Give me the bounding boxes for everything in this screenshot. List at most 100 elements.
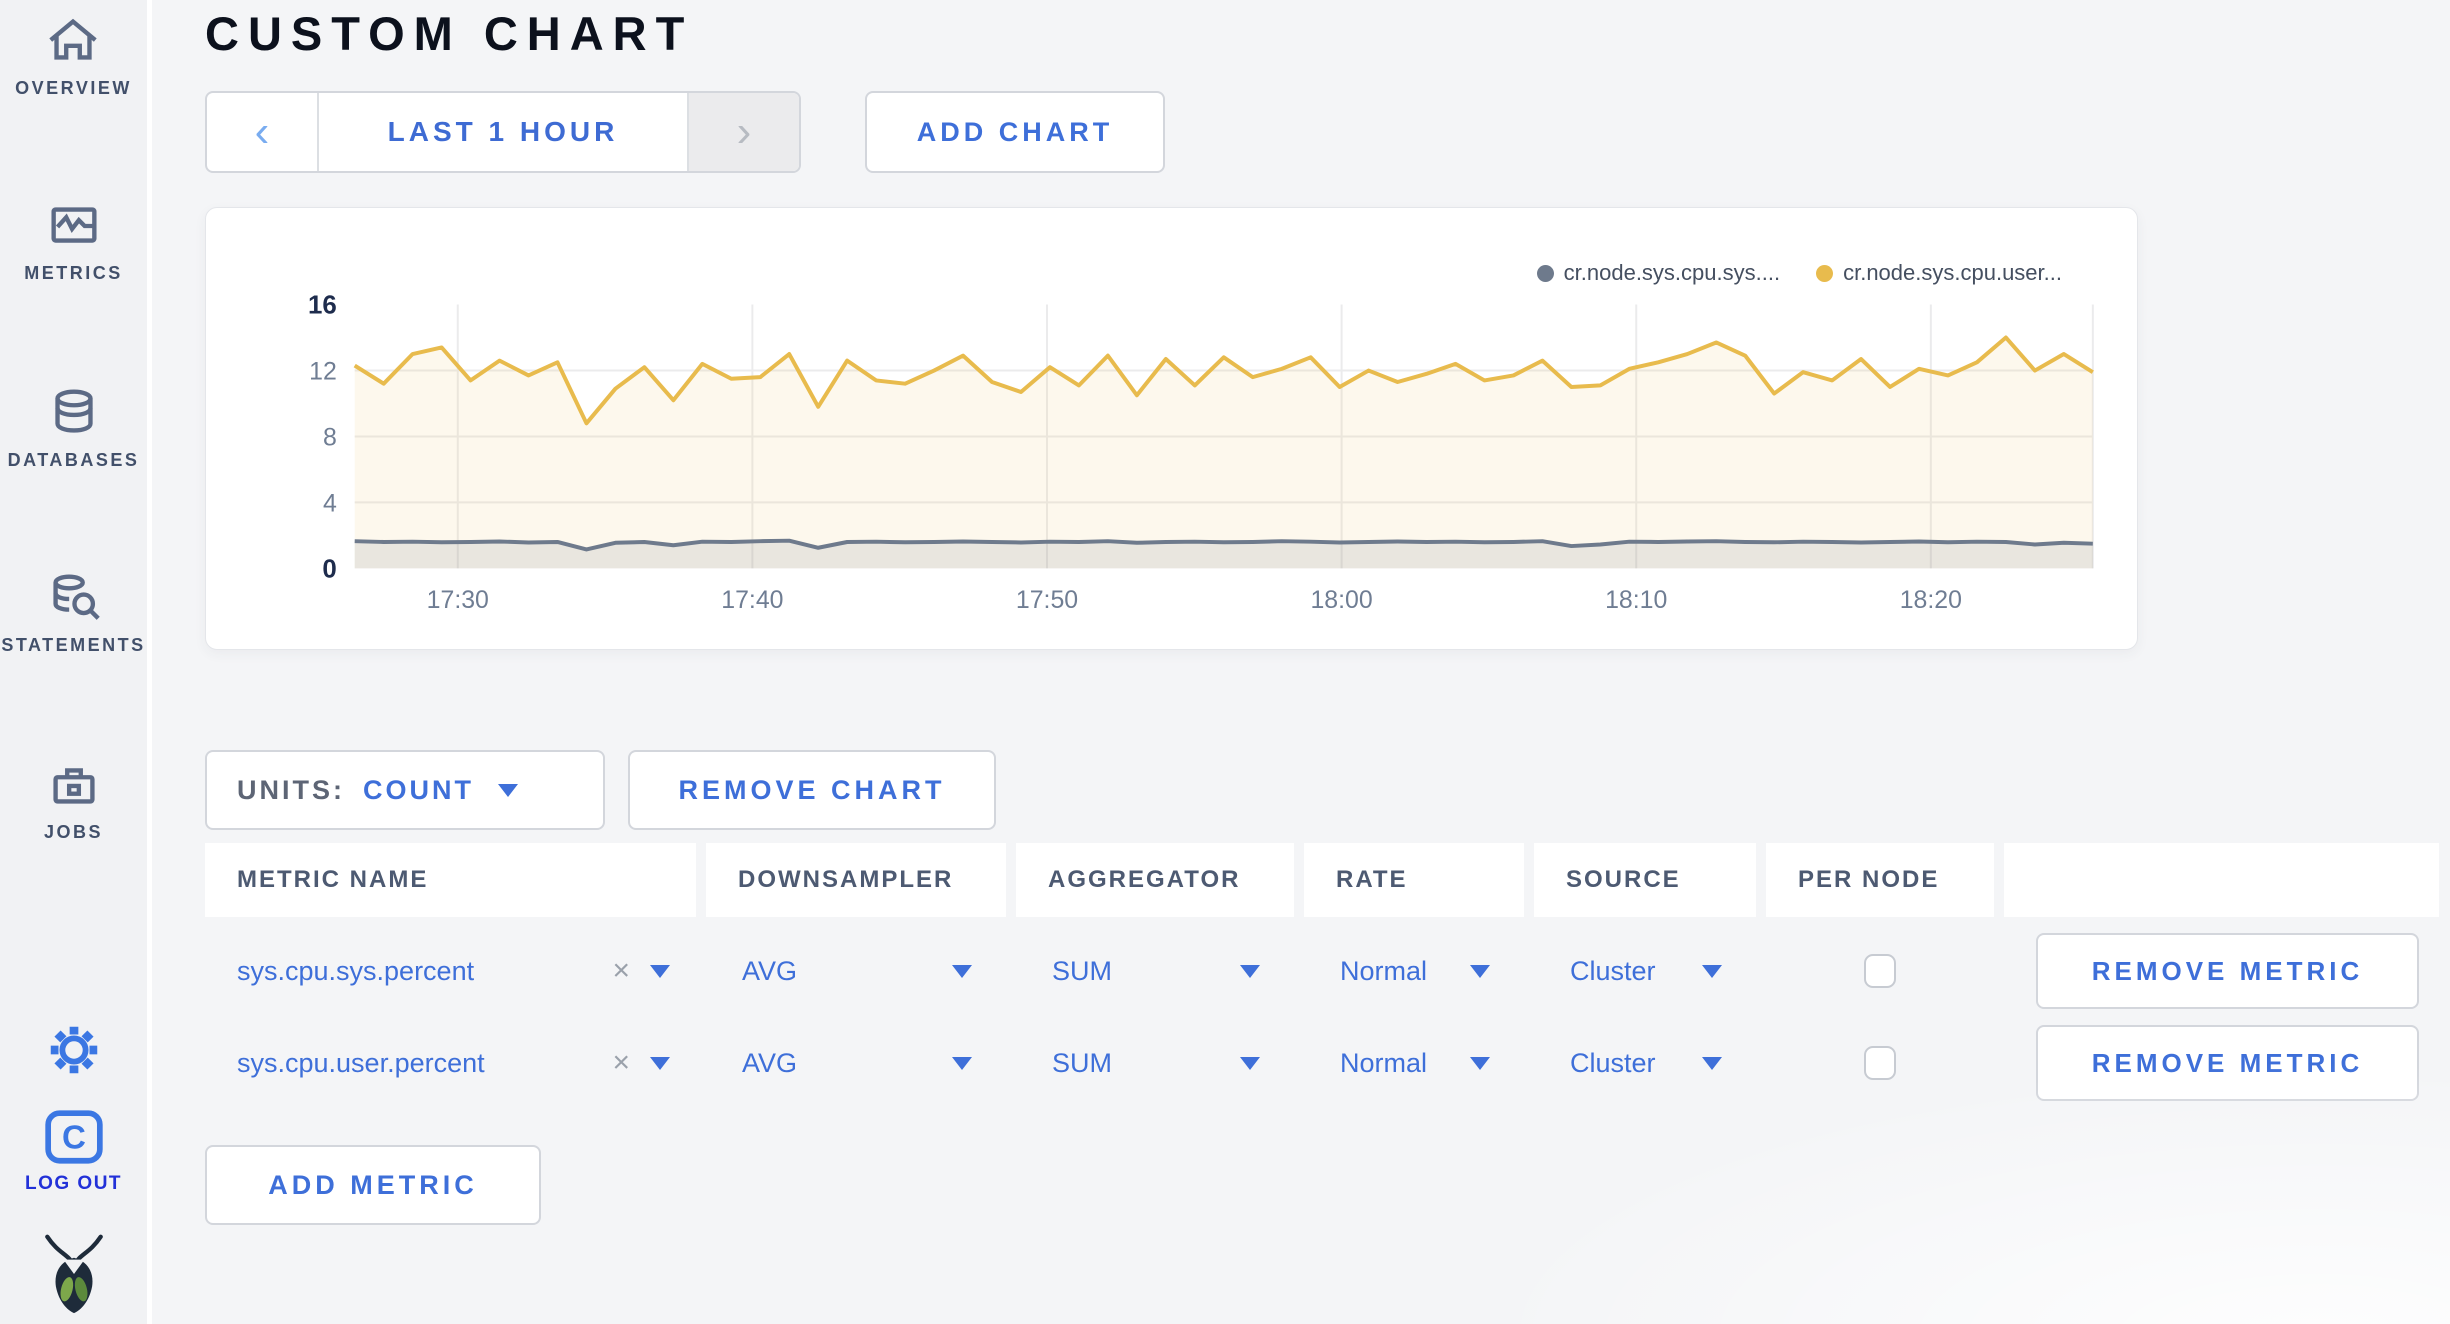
chevron-down-icon — [1702, 1056, 1722, 1070]
legend-label-user: cr.node.sys.cpu.user... — [1843, 260, 2062, 285]
logout-button[interactable]: C LOG OUT — [25, 1107, 122, 1195]
column-header-rate: RATE — [1304, 843, 1524, 917]
svg-text:8: 8 — [323, 423, 337, 451]
aggregator-dropdown[interactable]: SUM — [1016, 933, 1294, 1009]
cockroach-bug-icon — [44, 1234, 103, 1314]
svg-text:C: C — [62, 1119, 86, 1156]
sidebar-item-label: DATABASES — [7, 450, 140, 470]
rate-dropdown[interactable]: Normal — [1304, 933, 1524, 1009]
chevron-down-icon — [952, 964, 972, 978]
svg-text:12: 12 — [309, 357, 337, 385]
svg-text:17:50: 17:50 — [1016, 586, 1078, 614]
metric-name-value: sys.cpu.sys.percent — [237, 955, 475, 986]
sidebar-item-jobs[interactable]: JOBS — [40, 754, 108, 843]
downsampler-value: AVG — [742, 955, 798, 986]
metric-name-value: sys.cpu.user.percent — [237, 1047, 485, 1078]
source-value: Cluster — [1570, 955, 1656, 986]
per-node-cell — [1766, 1025, 1994, 1101]
legend-dot-sys — [1536, 264, 1554, 282]
time-range-next-button[interactable]: › — [687, 93, 799, 171]
column-header-actions — [2004, 843, 2439, 917]
column-header-source: SOURCE — [1534, 843, 1756, 917]
rate-value: Normal — [1340, 1047, 1428, 1078]
per-node-checkbox[interactable] — [1864, 1046, 1896, 1080]
sidebar-item-databases[interactable]: DATABASES — [8, 382, 140, 471]
metrics-icon — [50, 207, 97, 243]
legend-dot-user — [1816, 264, 1834, 282]
downsampler-dropdown[interactable]: AVG — [706, 1025, 1006, 1101]
home-icon — [49, 18, 98, 60]
rate-value: Normal — [1340, 955, 1428, 986]
chevron-down-icon — [1702, 964, 1722, 978]
units-dropdown[interactable]: UNITS: COUNT — [205, 750, 605, 830]
logout-app-icon: C — [44, 1110, 103, 1164]
chart-card: 0 4 8 12 16 17:30 17:40 17:50 18:00 18:10 18:20 cr… — [205, 207, 2138, 650]
metric-name-select[interactable]: sys.cpu.sys.percent × — [205, 933, 696, 1009]
svg-text:18:00: 18:00 — [1310, 586, 1372, 614]
svg-text:0: 0 — [322, 555, 336, 583]
rate-dropdown[interactable]: Normal — [1304, 1025, 1524, 1101]
legend-item-user[interactable]: cr.node.sys.cpu.user... — [1816, 260, 2062, 286]
chevron-down-icon — [1470, 1056, 1490, 1070]
statements-icon — [52, 574, 100, 620]
actions-cell: REMOVE METRIC — [2004, 1025, 2439, 1101]
clear-metric-icon[interactable]: × — [612, 1046, 630, 1080]
chevron-down-icon[interactable] — [650, 964, 670, 978]
units-label: UNITS: — [237, 774, 345, 805]
source-value: Cluster — [1570, 1047, 1656, 1078]
chevron-down-icon — [498, 783, 518, 797]
sidebar-item-metrics[interactable]: METRICS — [24, 195, 123, 284]
column-header-per-node: PER NODE — [1766, 843, 1994, 917]
svg-text:17:40: 17:40 — [721, 586, 783, 614]
toolbar: ‹ LAST 1 HOUR › ADD CHART — [205, 91, 2450, 173]
sidebar: OVERVIEW METRICS DATABASES STATEMENTS JO… — [0, 0, 152, 1324]
column-header-metric-name: METRIC NAME — [205, 843, 696, 917]
downsampler-dropdown[interactable]: AVG — [706, 933, 1006, 1009]
logout-label: LOG OUT — [24, 1173, 123, 1194]
svg-text:4: 4 — [323, 489, 337, 517]
source-dropdown[interactable]: Cluster — [1534, 933, 1756, 1009]
remove-chart-button[interactable]: REMOVE CHART — [628, 750, 996, 830]
per-node-checkbox[interactable] — [1864, 954, 1896, 988]
database-icon — [54, 389, 93, 433]
page-title: CUSTOM CHART — [205, 7, 694, 60]
gear-icon — [50, 1026, 97, 1074]
actions-cell: REMOVE METRIC — [2004, 933, 2439, 1009]
per-node-cell — [1766, 933, 1994, 1009]
time-range-selector: ‹ LAST 1 HOUR › — [205, 91, 801, 173]
column-header-downsampler: DOWNSAMPLER — [706, 843, 1006, 917]
chevron-down-icon — [1240, 1056, 1260, 1070]
legend-label-sys: cr.node.sys.cpu.sys.... — [1563, 260, 1781, 285]
remove-metric-button[interactable]: REMOVE METRIC — [2036, 933, 2419, 1009]
source-dropdown[interactable]: Cluster — [1534, 1025, 1756, 1101]
aggregator-value: SUM — [1052, 1047, 1112, 1078]
chart-legend: cr.node.sys.cpu.sys.... cr.node.sys.cpu.… — [1536, 260, 2062, 286]
clear-metric-icon[interactable]: × — [612, 954, 630, 988]
metric-name-select[interactable]: sys.cpu.user.percent × — [205, 1025, 696, 1101]
cockroach-logo[interactable] — [42, 1231, 106, 1315]
aggregator-value: SUM — [1052, 955, 1112, 986]
add-metric-button[interactable]: ADD METRIC — [205, 1145, 541, 1225]
legend-item-sys[interactable]: cr.node.sys.cpu.sys.... — [1536, 260, 1781, 286]
sidebar-item-overview[interactable]: OVERVIEW — [15, 10, 132, 99]
chevron-down-icon[interactable] — [650, 1056, 670, 1070]
time-range-label[interactable]: LAST 1 HOUR — [319, 93, 687, 171]
time-range-prev-button[interactable]: ‹ — [207, 93, 319, 171]
column-header-aggregator: AGGREGATOR — [1016, 843, 1294, 917]
add-chart-button[interactable]: ADD CHART — [865, 91, 1165, 173]
sidebar-item-label: OVERVIEW — [15, 78, 132, 98]
remove-metric-button[interactable]: REMOVE METRIC — [2036, 1025, 2419, 1101]
main-content: CUSTOM CHART ‹ LAST 1 HOUR › ADD CHART 0… — [157, 0, 2450, 1324]
jobs-icon — [52, 768, 95, 804]
svg-text:17:30: 17:30 — [427, 586, 489, 614]
units-value: COUNT — [363, 774, 474, 805]
sidebar-item-label: JOBS — [43, 822, 104, 842]
settings-button[interactable] — [40, 1019, 108, 1081]
metrics-table: METRIC NAME DOWNSAMPLER AGGREGATOR RATE … — [205, 843, 2450, 1101]
chevron-down-icon — [952, 1056, 972, 1070]
svg-text:18:10: 18:10 — [1605, 586, 1667, 614]
aggregator-dropdown[interactable]: SUM — [1016, 1025, 1294, 1101]
chart-controls: UNITS: COUNT REMOVE CHART — [205, 750, 2450, 830]
svg-text:16: 16 — [308, 292, 337, 320]
sidebar-item-statements[interactable]: STATEMENTS — [1, 567, 145, 656]
